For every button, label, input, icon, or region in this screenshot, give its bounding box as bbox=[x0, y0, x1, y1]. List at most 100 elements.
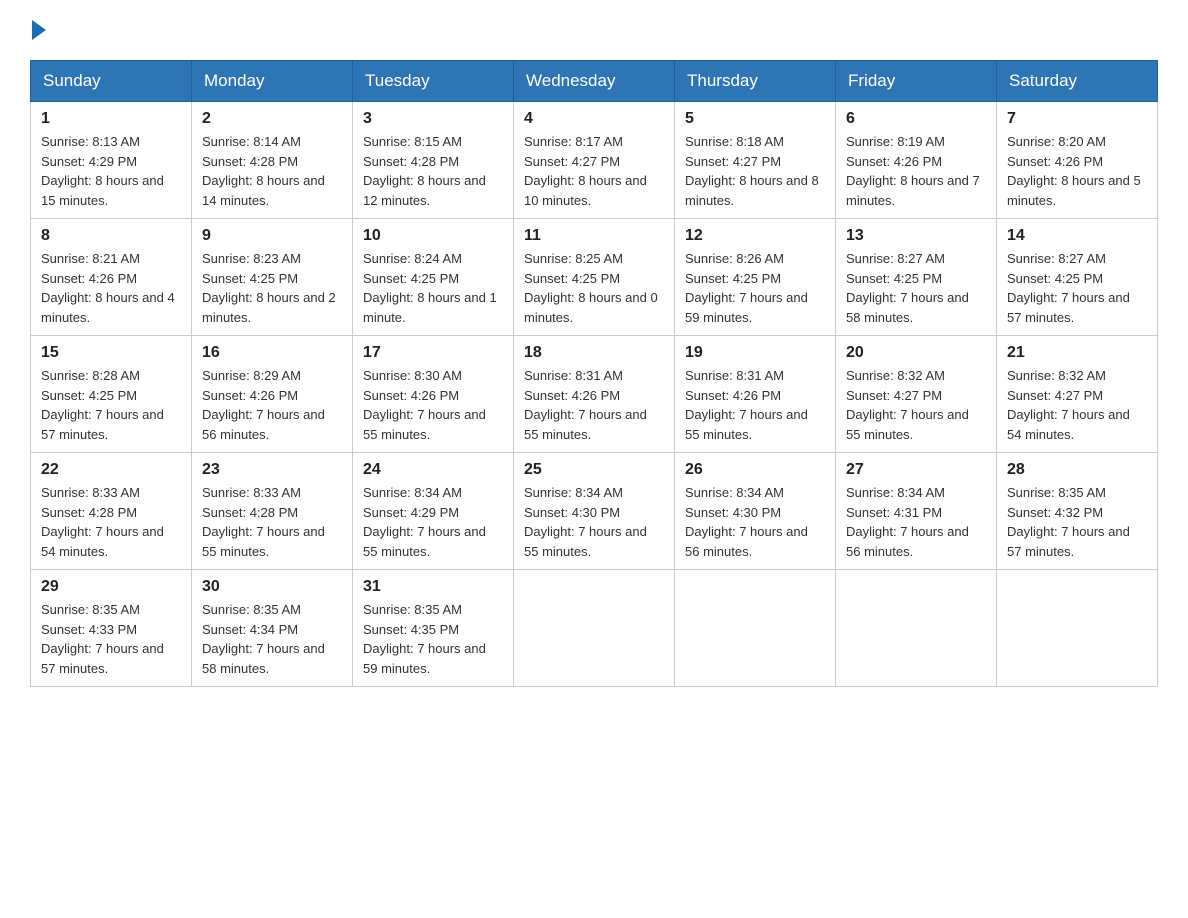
day-number: 22 bbox=[41, 461, 181, 479]
calendar-day-cell: 25 Sunrise: 8:34 AM Sunset: 4:30 PM Dayl… bbox=[514, 453, 675, 570]
calendar-day-cell: 27 Sunrise: 8:34 AM Sunset: 4:31 PM Dayl… bbox=[836, 453, 997, 570]
sunset-text: Sunset: 4:27 PM bbox=[685, 154, 781, 169]
day-info: Sunrise: 8:14 AM Sunset: 4:28 PM Dayligh… bbox=[202, 132, 342, 210]
calendar-week-row: 15 Sunrise: 8:28 AM Sunset: 4:25 PM Dayl… bbox=[31, 336, 1158, 453]
calendar-day-cell: 12 Sunrise: 8:26 AM Sunset: 4:25 PM Dayl… bbox=[675, 219, 836, 336]
day-info: Sunrise: 8:34 AM Sunset: 4:30 PM Dayligh… bbox=[685, 483, 825, 561]
daylight-text: Daylight: 7 hours and 54 minutes. bbox=[41, 524, 164, 559]
day-number: 5 bbox=[685, 110, 825, 128]
calendar-week-row: 8 Sunrise: 8:21 AM Sunset: 4:26 PM Dayli… bbox=[31, 219, 1158, 336]
day-info: Sunrise: 8:31 AM Sunset: 4:26 PM Dayligh… bbox=[524, 366, 664, 444]
day-info: Sunrise: 8:15 AM Sunset: 4:28 PM Dayligh… bbox=[363, 132, 503, 210]
sunrise-text: Sunrise: 8:34 AM bbox=[363, 485, 462, 500]
calendar-day-cell: 10 Sunrise: 8:24 AM Sunset: 4:25 PM Dayl… bbox=[353, 219, 514, 336]
sunset-text: Sunset: 4:26 PM bbox=[202, 388, 298, 403]
day-info: Sunrise: 8:17 AM Sunset: 4:27 PM Dayligh… bbox=[524, 132, 664, 210]
day-number: 2 bbox=[202, 110, 342, 128]
day-number: 19 bbox=[685, 344, 825, 362]
day-of-week-header: Friday bbox=[836, 61, 997, 102]
calendar-header-row: SundayMondayTuesdayWednesdayThursdayFrid… bbox=[31, 61, 1158, 102]
daylight-text: Daylight: 8 hours and 10 minutes. bbox=[524, 173, 647, 208]
sunrise-text: Sunrise: 8:14 AM bbox=[202, 134, 301, 149]
daylight-text: Daylight: 8 hours and 14 minutes. bbox=[202, 173, 325, 208]
day-number: 6 bbox=[846, 110, 986, 128]
sunrise-text: Sunrise: 8:26 AM bbox=[685, 251, 784, 266]
day-info: Sunrise: 8:34 AM Sunset: 4:31 PM Dayligh… bbox=[846, 483, 986, 561]
day-number: 7 bbox=[1007, 110, 1147, 128]
sunset-text: Sunset: 4:29 PM bbox=[363, 505, 459, 520]
sunset-text: Sunset: 4:30 PM bbox=[524, 505, 620, 520]
day-number: 17 bbox=[363, 344, 503, 362]
calendar-day-cell: 3 Sunrise: 8:15 AM Sunset: 4:28 PM Dayli… bbox=[353, 102, 514, 219]
sunset-text: Sunset: 4:29 PM bbox=[41, 154, 137, 169]
sunset-text: Sunset: 4:26 PM bbox=[524, 388, 620, 403]
sunset-text: Sunset: 4:25 PM bbox=[41, 388, 137, 403]
sunrise-text: Sunrise: 8:17 AM bbox=[524, 134, 623, 149]
daylight-text: Daylight: 8 hours and 1 minute. bbox=[363, 290, 497, 325]
sunrise-text: Sunrise: 8:18 AM bbox=[685, 134, 784, 149]
day-number: 25 bbox=[524, 461, 664, 479]
sunrise-text: Sunrise: 8:13 AM bbox=[41, 134, 140, 149]
day-info: Sunrise: 8:27 AM Sunset: 4:25 PM Dayligh… bbox=[1007, 249, 1147, 327]
daylight-text: Daylight: 7 hours and 57 minutes. bbox=[1007, 290, 1130, 325]
daylight-text: Daylight: 7 hours and 55 minutes. bbox=[363, 524, 486, 559]
calendar-day-cell: 31 Sunrise: 8:35 AM Sunset: 4:35 PM Dayl… bbox=[353, 570, 514, 687]
daylight-text: Daylight: 7 hours and 57 minutes. bbox=[41, 407, 164, 442]
calendar-day-cell: 17 Sunrise: 8:30 AM Sunset: 4:26 PM Dayl… bbox=[353, 336, 514, 453]
sunset-text: Sunset: 4:27 PM bbox=[1007, 388, 1103, 403]
day-info: Sunrise: 8:24 AM Sunset: 4:25 PM Dayligh… bbox=[363, 249, 503, 327]
sunrise-text: Sunrise: 8:30 AM bbox=[363, 368, 462, 383]
sunset-text: Sunset: 4:25 PM bbox=[685, 271, 781, 286]
daylight-text: Daylight: 7 hours and 59 minutes. bbox=[685, 290, 808, 325]
sunset-text: Sunset: 4:26 PM bbox=[41, 271, 137, 286]
day-number: 1 bbox=[41, 110, 181, 128]
calendar-day-cell bbox=[514, 570, 675, 687]
day-info: Sunrise: 8:20 AM Sunset: 4:26 PM Dayligh… bbox=[1007, 132, 1147, 210]
sunset-text: Sunset: 4:28 PM bbox=[202, 154, 298, 169]
sunrise-text: Sunrise: 8:31 AM bbox=[524, 368, 623, 383]
daylight-text: Daylight: 7 hours and 55 minutes. bbox=[202, 524, 325, 559]
calendar-day-cell bbox=[997, 570, 1158, 687]
sunset-text: Sunset: 4:25 PM bbox=[1007, 271, 1103, 286]
sunrise-text: Sunrise: 8:34 AM bbox=[685, 485, 784, 500]
sunrise-text: Sunrise: 8:35 AM bbox=[1007, 485, 1106, 500]
calendar-day-cell: 20 Sunrise: 8:32 AM Sunset: 4:27 PM Dayl… bbox=[836, 336, 997, 453]
day-number: 26 bbox=[685, 461, 825, 479]
day-of-week-header: Tuesday bbox=[353, 61, 514, 102]
day-of-week-header: Wednesday bbox=[514, 61, 675, 102]
day-number: 3 bbox=[363, 110, 503, 128]
daylight-text: Daylight: 7 hours and 55 minutes. bbox=[846, 407, 969, 442]
sunset-text: Sunset: 4:28 PM bbox=[41, 505, 137, 520]
calendar-week-row: 29 Sunrise: 8:35 AM Sunset: 4:33 PM Dayl… bbox=[31, 570, 1158, 687]
day-info: Sunrise: 8:35 AM Sunset: 4:33 PM Dayligh… bbox=[41, 600, 181, 678]
day-number: 28 bbox=[1007, 461, 1147, 479]
sunset-text: Sunset: 4:35 PM bbox=[363, 622, 459, 637]
day-number: 8 bbox=[41, 227, 181, 245]
day-number: 10 bbox=[363, 227, 503, 245]
sunrise-text: Sunrise: 8:29 AM bbox=[202, 368, 301, 383]
day-number: 11 bbox=[524, 227, 664, 245]
day-info: Sunrise: 8:32 AM Sunset: 4:27 PM Dayligh… bbox=[846, 366, 986, 444]
day-info: Sunrise: 8:35 AM Sunset: 4:32 PM Dayligh… bbox=[1007, 483, 1147, 561]
sunset-text: Sunset: 4:26 PM bbox=[363, 388, 459, 403]
day-number: 24 bbox=[363, 461, 503, 479]
day-info: Sunrise: 8:13 AM Sunset: 4:29 PM Dayligh… bbox=[41, 132, 181, 210]
calendar-day-cell bbox=[836, 570, 997, 687]
daylight-text: Daylight: 8 hours and 2 minutes. bbox=[202, 290, 336, 325]
sunrise-text: Sunrise: 8:19 AM bbox=[846, 134, 945, 149]
calendar-day-cell: 14 Sunrise: 8:27 AM Sunset: 4:25 PM Dayl… bbox=[997, 219, 1158, 336]
daylight-text: Daylight: 7 hours and 56 minutes. bbox=[202, 407, 325, 442]
sunset-text: Sunset: 4:32 PM bbox=[1007, 505, 1103, 520]
calendar-day-cell: 26 Sunrise: 8:34 AM Sunset: 4:30 PM Dayl… bbox=[675, 453, 836, 570]
daylight-text: Daylight: 8 hours and 12 minutes. bbox=[363, 173, 486, 208]
day-number: 18 bbox=[524, 344, 664, 362]
calendar-day-cell: 13 Sunrise: 8:27 AM Sunset: 4:25 PM Dayl… bbox=[836, 219, 997, 336]
day-of-week-header: Monday bbox=[192, 61, 353, 102]
page-header bbox=[30, 20, 1158, 40]
calendar-day-cell: 29 Sunrise: 8:35 AM Sunset: 4:33 PM Dayl… bbox=[31, 570, 192, 687]
day-number: 29 bbox=[41, 578, 181, 596]
sunrise-text: Sunrise: 8:34 AM bbox=[524, 485, 623, 500]
sunrise-text: Sunrise: 8:15 AM bbox=[363, 134, 462, 149]
sunrise-text: Sunrise: 8:33 AM bbox=[202, 485, 301, 500]
day-number: 13 bbox=[846, 227, 986, 245]
